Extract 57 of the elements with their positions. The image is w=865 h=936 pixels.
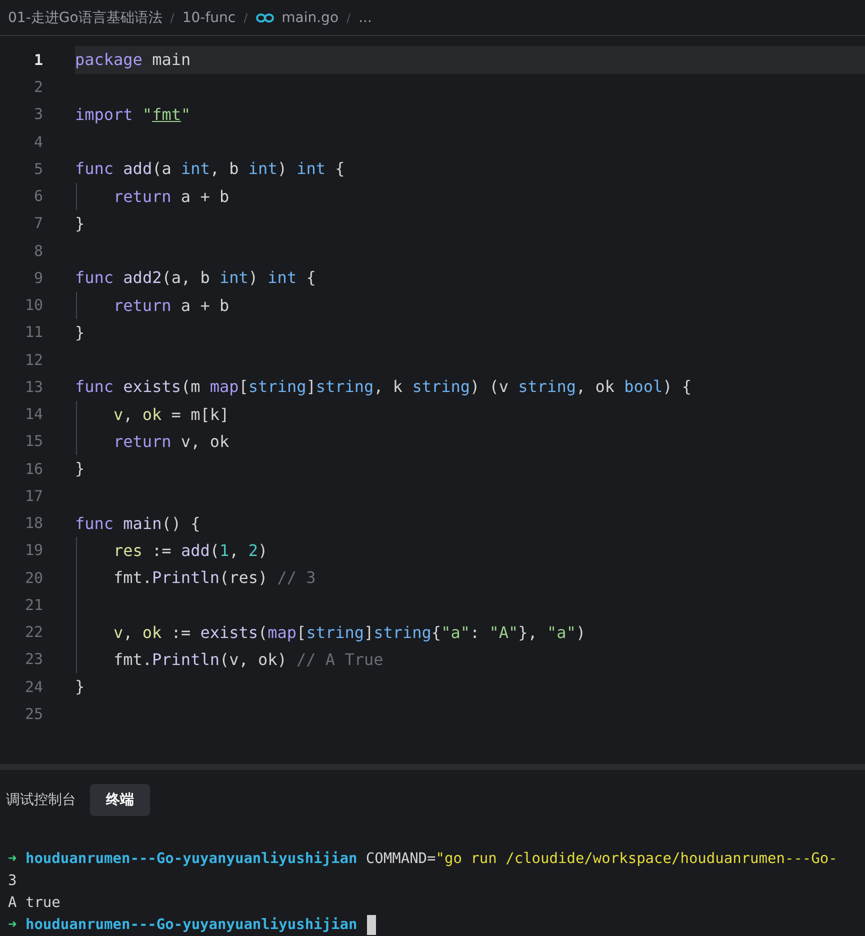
terminal-line: ➜ houduanrumen---Go-yuyanyuanliyushijian bbox=[8, 917, 358, 933]
code-line: func add(a int, b int) int { bbox=[75, 158, 345, 180]
code-line: v, ok = m[k] bbox=[114, 404, 230, 426]
line-number: 21 bbox=[24, 596, 44, 614]
line-number: 13 bbox=[24, 378, 44, 396]
line-number: 24 bbox=[24, 678, 44, 696]
code-line: } bbox=[75, 458, 85, 480]
code-line: } bbox=[75, 322, 85, 344]
code-line: } bbox=[75, 212, 85, 235]
code-line: v, ok := exists(map[string]string{"a": "A"}, "a") bbox=[114, 622, 586, 644]
line-number: 5 bbox=[32, 160, 44, 178]
line-number: 18 bbox=[24, 514, 44, 532]
code-line: package main bbox=[75, 49, 191, 72]
breadcrumb-item[interactable]: 10-func bbox=[182, 10, 236, 26]
code-line: return a + b bbox=[114, 294, 230, 317]
line-number: 15 bbox=[24, 432, 44, 450]
code-line: return a + b bbox=[114, 186, 230, 208]
terminal-line: 3 bbox=[8, 873, 17, 889]
code-line: func add2(a, b int) int { bbox=[75, 267, 316, 290]
line-number: 2 bbox=[32, 78, 44, 96]
code-line: func exists(m map[string]string, k string) (v string, ok bool) { bbox=[75, 376, 692, 398]
line-number: 11 bbox=[24, 323, 44, 342]
line-number: 7 bbox=[32, 214, 44, 232]
line-number: 4 bbox=[32, 132, 44, 151]
code-line: func main() { bbox=[75, 512, 200, 535]
code-line: res := add(1, 2) bbox=[114, 540, 268, 562]
line-number: 22 bbox=[24, 623, 44, 642]
panel-tab[interactable]: 终端 bbox=[90, 784, 150, 816]
line-number: 8 bbox=[32, 242, 44, 260]
line-number: 14 bbox=[24, 405, 44, 424]
line-number: 10 bbox=[24, 296, 44, 314]
line-number: 20 bbox=[24, 568, 44, 587]
code-line: fmt.Println(v, ok) // A True bbox=[114, 648, 384, 671]
breadcrumb-separator: / bbox=[346, 10, 351, 25]
line-number: 6 bbox=[32, 187, 44, 206]
terminal-line: A true bbox=[8, 895, 60, 911]
line-number: 16 bbox=[24, 460, 44, 478]
breadcrumb-item[interactable]: main.go bbox=[282, 10, 339, 26]
code-line: } bbox=[75, 676, 85, 698]
go-file-icon bbox=[256, 12, 274, 23]
line-number: 19 bbox=[24, 541, 44, 560]
terminal-line: ➜ houduanrumen---Go-yuyanyuanliyushijian COMMAND="go run /cloudide/workspace/houduanrumen---Go- bbox=[8, 851, 838, 867]
breadcrumb-separator: / bbox=[170, 10, 174, 25]
line-number: 1 bbox=[32, 50, 44, 69]
more-crumb[interactable]: ... bbox=[358, 10, 372, 26]
breadcrumb-item[interactable]: 01-走进Go语言基础语法 bbox=[8, 8, 162, 27]
line-number: 17 bbox=[24, 486, 44, 505]
breadcrumb-separator: / bbox=[244, 10, 248, 25]
line-number: 3 bbox=[32, 105, 44, 124]
line-number: 12 bbox=[24, 350, 44, 369]
line-number: 9 bbox=[32, 268, 44, 287]
line-number: 25 bbox=[24, 704, 44, 723]
code-line: import "fmt" bbox=[75, 104, 191, 126]
code-line: return v, ok bbox=[114, 430, 230, 453]
panel-tab[interactable]: 调试控制台 bbox=[6, 784, 76, 816]
line-number: 23 bbox=[24, 650, 44, 668]
code-line: fmt.Println(res) // 3 bbox=[114, 567, 316, 590]
